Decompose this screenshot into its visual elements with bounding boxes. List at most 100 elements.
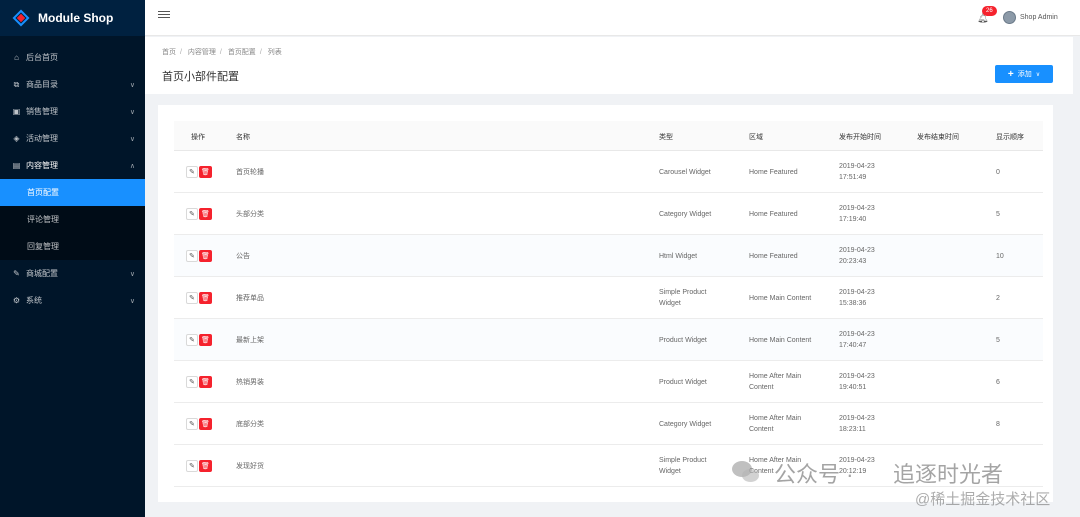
sidebar-subitem-comments[interactable]: 评论管理	[0, 206, 145, 233]
sidebar-item-label: 内容管理	[26, 161, 58, 170]
edit-icon[interactable]: ✎	[186, 460, 198, 472]
edit-icon[interactable]: ✎	[186, 376, 198, 388]
sidebar-item-sales[interactable]: ▣ 销售管理 ∨	[0, 98, 145, 125]
column-header: 类型	[659, 134, 673, 141]
delete-icon[interactable]: 🗑︎	[199, 460, 212, 472]
row-start-time: 2019-04-23 17:19:40	[839, 205, 875, 223]
home-icon: ⌂	[14, 53, 19, 62]
sidebar-item-home[interactable]: ⌂ 后台首页	[0, 44, 145, 71]
row-start-time: 2019-04-23 20:12:19	[839, 457, 875, 475]
edit-icon[interactable]: ✎	[186, 334, 198, 346]
row-name: 发现好货	[236, 463, 264, 470]
row-area: Home Featured	[749, 211, 798, 218]
row-area: Home After Main Content	[749, 457, 802, 475]
column-header: 发布开始时间	[839, 134, 881, 141]
breadcrumb-item: 列表	[267, 49, 282, 56]
chevron-down-icon: ∨	[129, 270, 135, 278]
delete-icon[interactable]: 🗑︎	[199, 208, 212, 220]
sitemap-icon: ⧉	[13, 79, 20, 89]
page-header: 首页 / 内容管理 / 首页配置 / 列表 首页小部件配置 + 添加 ∨	[145, 37, 1073, 94]
logo[interactable]: Module Shop	[0, 0, 145, 36]
table-row: ✎ 🗑︎ 发现好货 Simple Product Widget Home After…	[174, 445, 1043, 487]
row-start-time: 2019-04-23 20:23:43	[839, 247, 875, 265]
sidebar-item-label: 后台首页	[26, 53, 58, 62]
row-order: 2	[996, 295, 1000, 302]
chevron-down-icon: ∨	[129, 135, 135, 143]
breadcrumb-item[interactable]: 首页配置	[228, 49, 256, 56]
row-order: 8	[996, 421, 1000, 428]
sidebar-subitem-label: 首页配置	[27, 188, 59, 197]
edit-icon[interactable]: ✎	[186, 250, 198, 262]
row-area: Home Featured	[749, 169, 798, 176]
row-start-time: 2019-04-23 19:40:51	[839, 373, 875, 391]
row-area: Home After Main Content	[749, 373, 802, 391]
breadcrumb: 首页 / 内容管理 / 首页配置 / 列表	[162, 49, 282, 56]
sidebar-item-promotions[interactable]: ◈ 活动管理 ∨	[0, 125, 145, 152]
row-area: Home Main Content	[749, 295, 812, 302]
content-card: 操作 名称 类型 区域 发布开始时间 发布结束时间 显示顺序 ✎ 🗑︎ 首页轮播 …	[158, 105, 1053, 502]
edit-icon[interactable]: ✎	[186, 208, 198, 220]
column-header: 显示顺序	[996, 134, 1024, 141]
row-type: Simple Product Widget	[659, 289, 707, 307]
username[interactable]: Shop Admin	[1020, 14, 1058, 21]
table-row: ✎ 🗑︎ 热销男装 Product Widget Home After Main C…	[174, 361, 1043, 403]
chevron-down-icon: ∨	[129, 81, 135, 89]
add-button-label: 添加	[1017, 71, 1032, 78]
row-start-time: 2019-04-23 15:38:36	[839, 289, 875, 307]
sidebar-item-catalog[interactable]: ⧉ 商品目录 ∨	[0, 71, 145, 98]
edit-icon[interactable]: ✎	[186, 292, 198, 304]
wrench-icon: ✎	[13, 269, 20, 278]
sidebar-subitem-home-config[interactable]: 首页配置	[0, 179, 145, 206]
row-order: 6	[996, 379, 1000, 386]
app-title: Module Shop	[38, 11, 114, 25]
row-name: 头部分类	[236, 211, 264, 218]
content-icon: ▤	[12, 161, 21, 170]
sidebar-item-system[interactable]: ⚙ 系统 ∨	[0, 287, 145, 314]
row-type: Category Widget	[659, 211, 712, 218]
sidebar-item-label: 系统	[26, 296, 42, 305]
column-header: 发布结束时间	[917, 134, 959, 141]
chevron-down-icon: ∨	[129, 108, 135, 116]
sidebar-item-shop-config[interactable]: ✎ 商城配置 ∨	[0, 260, 145, 287]
chevron-up-icon: ∧	[129, 162, 135, 170]
column-header: 区域	[749, 134, 763, 141]
add-button[interactable]: + 添加 ∨	[995, 65, 1053, 83]
system-icon: ⚙	[12, 296, 21, 305]
delete-icon[interactable]: 🗑︎	[199, 376, 212, 388]
notification-badge: 26	[982, 6, 997, 16]
breadcrumb-item[interactable]: 首页	[162, 49, 176, 56]
row-name: 首页轮播	[236, 169, 264, 176]
table-row: ✎ 🗑︎ 首页轮播 Carousel Widget Home Featured 2…	[174, 151, 1043, 193]
row-order: 10	[996, 253, 1004, 260]
cart-icon: ▣	[12, 107, 21, 116]
sidebar-menu: ⌂ 后台首页 ⧉ 商品目录 ∨ ▣ 销售管理 ∨ ◈ 活动管理 ∨ ▤ 内容管理…	[0, 44, 145, 314]
table-row: ✎ 🗑︎ 底部分类 Category Widget Home After Main…	[174, 403, 1043, 445]
edit-icon[interactable]: ✎	[186, 418, 198, 430]
row-name: 热销男装	[236, 379, 264, 386]
table-row: ✎ 🗑︎ 公告 Html Widget Home Featured 2019-04…	[174, 235, 1043, 277]
row-type: Category Widget	[659, 421, 712, 428]
chevron-down-icon: ∨	[129, 297, 135, 305]
sidebar-subitem-replies[interactable]: 回复管理	[0, 233, 145, 260]
row-name: 推荐单品	[236, 295, 264, 302]
delete-icon[interactable]: 🗑︎	[199, 334, 212, 346]
tag-icon: ◈	[13, 134, 20, 143]
delete-icon[interactable]: 🗑︎	[199, 292, 212, 304]
column-header: 操作	[191, 134, 205, 141]
delete-icon[interactable]: 🗑︎	[199, 166, 212, 178]
sidebar-item-label: 销售管理	[26, 107, 58, 116]
edit-icon[interactable]: ✎	[186, 166, 198, 178]
avatar[interactable]	[1003, 11, 1016, 24]
delete-icon[interactable]: 🗑︎	[199, 250, 212, 262]
sidebar-subitem-label: 评论管理	[27, 215, 59, 224]
breadcrumb-item[interactable]: 内容管理	[188, 49, 216, 56]
menu-fold-icon[interactable]	[158, 11, 170, 23]
sidebar-item-label: 商城配置	[26, 269, 58, 278]
sidebar-item-content[interactable]: ▤ 内容管理 ∧	[0, 152, 145, 179]
page-title: 首页小部件配置	[162, 71, 239, 83]
delete-icon[interactable]: 🗑︎	[199, 418, 212, 430]
row-area: Home After Main Content	[749, 415, 802, 433]
sidebar-item-label: 活动管理	[26, 134, 58, 143]
row-area: Home Main Content	[749, 337, 812, 344]
row-type: Product Widget	[659, 379, 707, 386]
